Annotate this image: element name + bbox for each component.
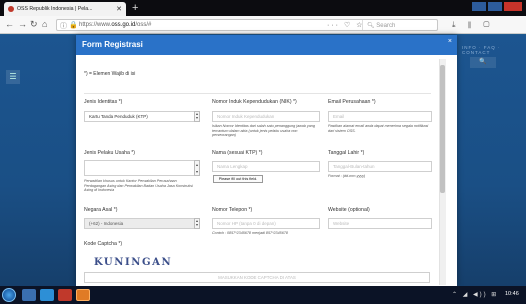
minimize-button[interactable] bbox=[472, 2, 486, 11]
select-arrows-icon[interactable]: ▴ ▾ bbox=[194, 218, 200, 229]
pdf-icon[interactable] bbox=[58, 289, 72, 301]
browser-tab-bar: OSS Republik Indonesia | Pela... ✕ + bbox=[0, 0, 526, 16]
lock-icon: 🔒 bbox=[69, 22, 78, 29]
modal-scrollbar-thumb[interactable] bbox=[440, 65, 445, 193]
window-close-button[interactable] bbox=[504, 2, 522, 11]
explorer-icon[interactable] bbox=[22, 289, 36, 301]
negara-asal-label: Negara Asal *) bbox=[84, 207, 118, 213]
captcha-input[interactable]: MASUKKAN KODE CAPTCHA DI ATAS bbox=[84, 272, 430, 283]
email-label: Email Perusahaan *) bbox=[328, 99, 376, 105]
required-note: *) = Elemen Wajib di isi bbox=[84, 71, 136, 77]
start-button[interactable] bbox=[2, 288, 16, 302]
tab-title: OSS Republik Indonesia | Pela... bbox=[17, 6, 93, 12]
website-input[interactable]: Website bbox=[328, 218, 432, 229]
system-tray[interactable]: ⌃ ◢ ◀)) ⊞ bbox=[452, 291, 498, 298]
email-input[interactable]: Email bbox=[328, 111, 432, 122]
media-icon[interactable] bbox=[40, 289, 54, 301]
info-icon[interactable]: ⓘ bbox=[60, 21, 67, 31]
jenis-pelaku-label: Jenis Pelaku Usaha *) bbox=[84, 150, 136, 156]
reload-icon[interactable]: ↻ bbox=[30, 19, 38, 30]
divider bbox=[84, 93, 431, 94]
website-label: Website (optional) bbox=[328, 207, 370, 213]
address-bar[interactable]: ⓘ 🔒 https://www.oss.go.id/oss/# ··· ♡ ☆ … bbox=[56, 19, 438, 31]
jenis-pelaku-help: Perwakilan khusus untuk Kantor Perwakila… bbox=[84, 179, 193, 193]
page-actions-icon[interactable]: ··· ♡ ☆ bbox=[327, 21, 364, 29]
captcha-image: KUNINGAN bbox=[94, 257, 173, 268]
modal-close-icon[interactable]: × bbox=[448, 38, 452, 45]
captcha-label: Kode Captcha *) bbox=[84, 241, 123, 247]
tanggal-lahir-input[interactable]: Tanggal-Bulan-tahun bbox=[328, 161, 432, 172]
tanggal-lahir-label: Tanggal Lahir *) bbox=[328, 150, 365, 156]
telepon-help: Contoh : 0857*2345678 menjadi 857*234567… bbox=[212, 231, 288, 235]
url-text[interactable]: https://www.oss.go.id/oss/# bbox=[79, 22, 151, 28]
nik-input[interactable]: Nomor Induk Kependudukan bbox=[212, 111, 320, 122]
tab-close-icon[interactable]: ✕ bbox=[116, 5, 122, 13]
new-tab-button[interactable]: + bbox=[132, 0, 138, 16]
jenis-identitas-label: Jenis Identitas *) bbox=[84, 99, 123, 105]
nama-label: Nama (sesuai KTP) *) bbox=[212, 150, 263, 156]
email-help: Pastikan alamat email anda dapat menerim… bbox=[328, 124, 429, 133]
search-icon: 🔍︎ bbox=[367, 23, 377, 29]
maximize-button[interactable] bbox=[488, 2, 502, 11]
window-controls bbox=[472, 2, 522, 11]
nik-label: Nomor Induk Kependudukan (NIK) *) bbox=[212, 99, 297, 105]
search-box[interactable]: 🔍︎ Search bbox=[362, 20, 438, 30]
browser-nav-bar: ← → ↻ ⌂ ⓘ 🔒 https://www.oss.go.id/oss/# … bbox=[0, 16, 526, 34]
tanggal-lahir-help: Format : (dd-mm-yyyy) bbox=[328, 174, 366, 178]
clock[interactable]: 10:46 bbox=[505, 291, 519, 297]
back-arrow-icon[interactable]: ← bbox=[5, 19, 14, 30]
toolbar-icons[interactable]: ⤓ ⫴ ▢ bbox=[452, 20, 494, 30]
site-nav[interactable]: INFO · FAQ · CONTACT bbox=[462, 45, 526, 55]
select-arrows-icon[interactable]: ▴ ▾ bbox=[194, 111, 200, 122]
browser-tab[interactable]: OSS Republik Indonesia | Pela... ✕ bbox=[4, 2, 126, 16]
nik-help: Isikan Nomor Identitas dari salah satu p… bbox=[212, 124, 315, 138]
menu-icon[interactable]: ☰ bbox=[6, 70, 20, 84]
select-arrows-icon[interactable]: ▴ ▾ bbox=[194, 160, 200, 176]
search-placeholder: Search bbox=[376, 23, 396, 29]
home-icon[interactable]: ⌂ bbox=[42, 19, 47, 30]
taskbar: ⌃ ◢ ◀)) ⊞ 10:46 bbox=[0, 286, 526, 304]
jenis-identitas-select[interactable]: Kartu Tanda Penduduk (KTP) bbox=[84, 111, 196, 122]
registration-modal: Form Registrasi × *) = Elemen Wajib di i… bbox=[76, 35, 457, 286]
firefox-icon[interactable] bbox=[76, 289, 90, 301]
validation-tooltip: Please fill out this field. bbox=[213, 175, 263, 183]
forward-arrow-icon[interactable]: → bbox=[18, 19, 27, 30]
negara-asal-select[interactable]: (+62) - Indonesia bbox=[84, 218, 196, 229]
telepon-label: Nomor Telepon *) bbox=[212, 207, 253, 213]
site-search-button[interactable]: 🔍 bbox=[470, 57, 496, 68]
telepon-input[interactable]: Nomor HP (tanpa 0 di depan) bbox=[212, 218, 320, 229]
modal-header: Form Registrasi × bbox=[76, 35, 457, 55]
nama-input[interactable]: Nama Lengkap bbox=[212, 161, 320, 172]
jenis-pelaku-select[interactable] bbox=[84, 160, 196, 176]
site-favicon-icon bbox=[8, 6, 14, 12]
modal-title: Form Registrasi bbox=[82, 40, 143, 49]
